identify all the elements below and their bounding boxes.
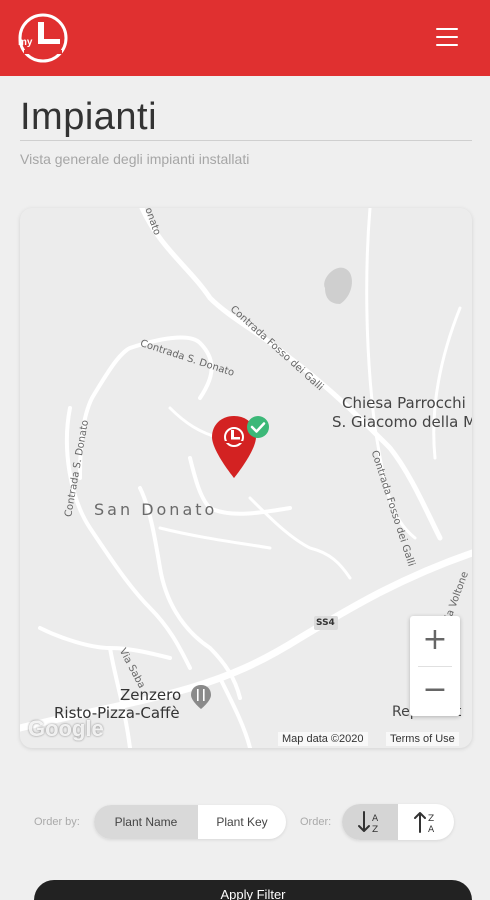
poi-label-restaurant: Zenzero: [120, 686, 182, 704]
order-by-label: Order by:: [34, 816, 80, 828]
sort-ascending-icon: A Z: [358, 811, 379, 835]
menu-button[interactable]: [430, 22, 464, 52]
svg-text:A: A: [372, 814, 379, 824]
road-shield-ss4: SS4: [316, 618, 335, 628]
svg-text:A: A: [428, 825, 435, 835]
sort-descending-button[interactable]: Z A: [398, 804, 454, 840]
zoom-divider: [418, 666, 452, 667]
top-app-bar: my: [0, 0, 490, 76]
map-data-attribution[interactable]: Map data ©2020: [278, 732, 368, 746]
check-badge-icon: [247, 416, 269, 438]
sort-descending-icon: Z A: [414, 812, 435, 835]
svg-text:Z: Z: [372, 825, 378, 835]
page-title: Impianti: [20, 96, 158, 138]
plant-location-pin-icon[interactable]: [210, 414, 272, 480]
zoom-out-button[interactable]: −: [410, 666, 460, 716]
hamburger-menu-icon: [436, 28, 458, 30]
hamburger-menu-icon-bar: [436, 44, 458, 46]
hamburger-menu-icon-bar: [436, 36, 458, 38]
terms-of-use-link[interactable]: Terms of Use: [386, 732, 459, 746]
logo-text: my: [18, 37, 33, 48]
plant-key-option[interactable]: Plant Key: [198, 805, 286, 839]
order-label: Order:: [300, 816, 332, 828]
town-label: San Donato: [94, 500, 218, 519]
app-logo[interactable]: my: [16, 12, 70, 64]
plants-map[interactable]: onato Contrada S. Donato Contrada Fosso …: [20, 208, 472, 748]
sort-ascending-button[interactable]: A Z: [342, 804, 398, 840]
google-logo: Google: [28, 716, 104, 741]
sort-direction-toggle: A Z Z A: [342, 804, 454, 840]
zoom-controls: + −: [410, 616, 460, 716]
restaurant-icon: [191, 685, 211, 709]
zoom-in-button[interactable]: +: [410, 616, 460, 666]
poi-label-church-2: S. Giacomo della M: [332, 413, 472, 431]
title-divider: [20, 140, 472, 141]
poi-label-church: Chiesa Parrocchi: [342, 394, 466, 412]
svg-text:Z: Z: [428, 814, 434, 824]
order-by-toggle: Plant Name Plant Key: [94, 805, 286, 839]
plant-name-option[interactable]: Plant Name: [94, 805, 198, 839]
apply-filter-button[interactable]: Apply Filter: [34, 880, 472, 900]
page-subtitle: Vista generale degli impianti installati: [20, 151, 250, 167]
